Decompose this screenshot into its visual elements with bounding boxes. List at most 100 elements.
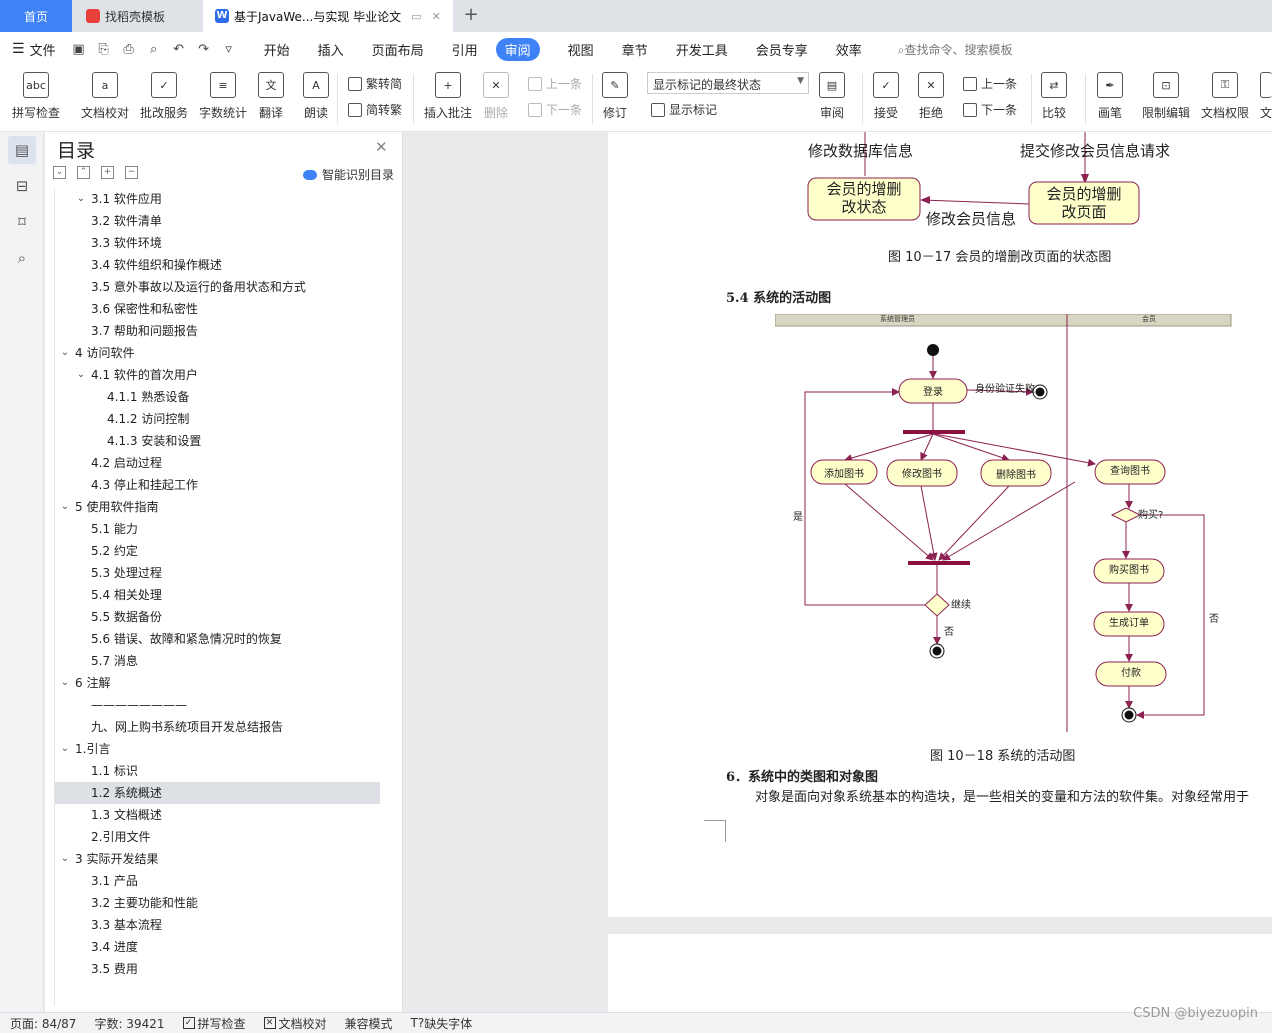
accept-button[interactable]: ✓ 接受 [873, 72, 899, 121]
read-aloud-button[interactable]: A 朗读 [303, 72, 329, 121]
toc-item[interactable]: 5.2 约定 [55, 540, 380, 562]
reject-button[interactable]: ✕ 拒绝 [918, 72, 944, 121]
delete-comment-button[interactable]: ✕ 删除 [483, 72, 509, 121]
markup-state-select[interactable]: 显示标记的最终状态 ▼ [647, 72, 809, 94]
menu-view[interactable]: 视图 [568, 40, 594, 59]
menu-reference[interactable]: 引用 [452, 40, 478, 59]
menu-section[interactable]: 章节 [622, 40, 648, 59]
search-icon[interactable]: ⌕ [8, 244, 36, 272]
trad-to-simp-button[interactable]: 繁转简 [348, 75, 402, 92]
doc-proof-button[interactable]: a 文档校对 [81, 72, 129, 121]
toc-item[interactable]: ⌄ 6 注解 [55, 672, 380, 694]
toc-item[interactable]: 1.1 标识 [55, 760, 380, 782]
toc-item[interactable]: 3.7 帮助和问题报告 [55, 320, 380, 342]
word-count-indicator[interactable]: 字数: 39421 [94, 1015, 164, 1032]
toc-item[interactable]: 3.4 软件组织和操作概述 [55, 254, 380, 276]
chevron-down-icon[interactable]: ⌄ [59, 738, 71, 760]
spell-check-toggle[interactable]: ✓ 拼写检查 [182, 1015, 246, 1032]
toc-item[interactable]: 5.7 消息 [55, 650, 380, 672]
next-comment-button[interactable]: 下一条 [528, 101, 582, 118]
toc-item[interactable]: 5.5 数据备份 [55, 606, 380, 628]
pen-button[interactable]: ✒ 画笔 [1097, 72, 1123, 121]
toc-item[interactable]: 5.3 处理过程 [55, 562, 380, 584]
tab-document[interactable]: W 基于JavaWe...与实现 毕业论文 ▭ ✕ [203, 0, 453, 32]
redo-icon[interactable]: ↷ [195, 42, 213, 57]
menu-start[interactable]: 开始 [264, 40, 290, 59]
command-search[interactable]: ⌕查找命令、搜索模板 [898, 41, 1013, 58]
insert-comment-button[interactable]: + 插入批注 [424, 72, 472, 121]
toc-item[interactable]: 3.4 进度 [55, 936, 380, 958]
toc-item[interactable]: ⌄ 5 使用软件指南 [55, 496, 380, 518]
review-pane-button[interactable]: ▤ 审阅 [819, 72, 845, 121]
collapse-all-icon[interactable]: ⌃ [77, 166, 90, 179]
pin-icon[interactable]: ▭ [411, 10, 421, 23]
expand-all-icon[interactable]: ⌄ [53, 166, 66, 179]
toc-item[interactable]: 3.6 保密性和私密性 [55, 298, 380, 320]
toc-item[interactable]: 5.6 错误、故障和紧急情况时的恢复 [55, 628, 380, 650]
toc-item[interactable]: 4.1.1 熟悉设备 [55, 386, 380, 408]
overflow-ribbon-button[interactable]: 文 [1260, 72, 1272, 121]
close-tab-icon[interactable]: ✕ [432, 10, 441, 23]
toc-item[interactable]: 九、网上购书系统项目开发总结报告 [55, 716, 380, 738]
menu-insert[interactable]: 插入 [318, 40, 344, 59]
toc-item[interactable]: 4.1.2 访问控制 [55, 408, 380, 430]
toc-item[interactable]: 3.2 主要功能和性能 [55, 892, 380, 914]
batch-service-button[interactable]: ✓ 批改服务 [140, 72, 188, 121]
print-icon[interactable]: ⎙ [120, 42, 138, 57]
simp-to-trad-button[interactable]: 简转繁 [348, 101, 402, 118]
toc-item[interactable]: 3.2 软件清单 [55, 210, 380, 232]
doc-proof-toggle[interactable]: ✕ 文档校对 [263, 1015, 327, 1032]
doc-permission-button[interactable]: ⚿ 文档权限 [1201, 72, 1249, 121]
chevron-down-icon[interactable]: ⌄ [59, 672, 71, 694]
customize-dropdown-icon[interactable]: ▿ [220, 42, 238, 57]
chevron-down-icon[interactable]: ⌄ [59, 496, 71, 518]
chapter-nav-icon[interactable]: ⊟ [8, 172, 36, 200]
track-changes-button[interactable]: ✎ 修订 [602, 72, 628, 121]
toc-item[interactable]: ⌄ 3 实际开发结果 [55, 848, 380, 870]
toc-item[interactable]: 1.2 系统概述 [55, 782, 380, 804]
translate-button[interactable]: 文翻译 [258, 72, 284, 121]
prev-comment-button[interactable]: 上一条 [528, 75, 582, 92]
show-markup-button[interactable]: 显示标记 [651, 101, 717, 118]
compare-button[interactable]: ⇄ 比较 [1041, 72, 1067, 121]
page-indicator[interactable]: 页面: 84/87 [10, 1015, 76, 1032]
bookmark-icon[interactable]: ⌑ [8, 208, 36, 236]
tab-template[interactable]: 找稻壳模板 [74, 0, 202, 32]
toc-item[interactable]: 5.4 相关处理 [55, 584, 380, 606]
remove-heading-icon[interactable]: − [125, 166, 138, 179]
prev-change-button[interactable]: 上一条 [963, 75, 1017, 92]
toc-item[interactable]: 3.5 费用 [55, 958, 380, 980]
toc-item[interactable]: 4.2 启动过程 [55, 452, 380, 474]
toc-item[interactable]: ⌄ 4 访问软件 [55, 342, 380, 364]
toc-item[interactable]: ⌄ 3.1 软件应用 [55, 188, 380, 210]
toc-item[interactable]: 3.1 产品 [55, 870, 380, 892]
undo-icon[interactable]: ↶ [170, 42, 188, 57]
toc-item[interactable]: 2.引用文件 [55, 826, 380, 848]
word-count-button[interactable]: ≡ 字数统计 [199, 72, 247, 121]
save-icon[interactable]: ▣ [70, 42, 88, 57]
spell-check-button[interactable]: abc 拼写检查 [12, 72, 60, 121]
menu-efficiency[interactable]: 效率 [836, 40, 862, 59]
export-pdf-icon[interactable]: ⎘ [95, 42, 113, 57]
toc-item[interactable]: 4.1.3 安装和设置 [55, 430, 380, 452]
missing-font-button[interactable]: T? 缺失字体 [411, 1015, 473, 1032]
toc-item[interactable]: ⌄ 1.引言 [55, 738, 380, 760]
menu-review[interactable]: 审阅 [495, 37, 540, 61]
toc-item[interactable]: 1.3 文档概述 [55, 804, 380, 826]
outline-icon[interactable]: ▤ [8, 136, 36, 164]
menu-dev-tools[interactable]: 开发工具 [676, 40, 728, 59]
toc-item[interactable]: 3.3 基本流程 [55, 914, 380, 936]
toc-item[interactable]: ———————— [55, 694, 380, 716]
menu-page-layout[interactable]: 页面布局 [372, 40, 424, 59]
new-tab-button[interactable]: + [460, 4, 482, 26]
add-heading-icon[interactable]: + [101, 166, 114, 179]
menu-member[interactable]: 会员专享 [756, 40, 808, 59]
tab-home[interactable]: 首页 [0, 0, 72, 32]
smart-toc-button[interactable]: 智能识别目录 [303, 166, 394, 183]
close-icon[interactable]: ✕ [375, 138, 388, 156]
toc-item[interactable]: 4.3 停止和挂起工作 [55, 474, 380, 496]
toc-item[interactable]: 3.3 软件环境 [55, 232, 380, 254]
toc-item[interactable]: ⌄ 4.1 软件的首次用户 [55, 364, 380, 386]
chevron-down-icon[interactable]: ⌄ [75, 364, 87, 386]
chevron-down-icon[interactable]: ⌄ [59, 848, 71, 870]
